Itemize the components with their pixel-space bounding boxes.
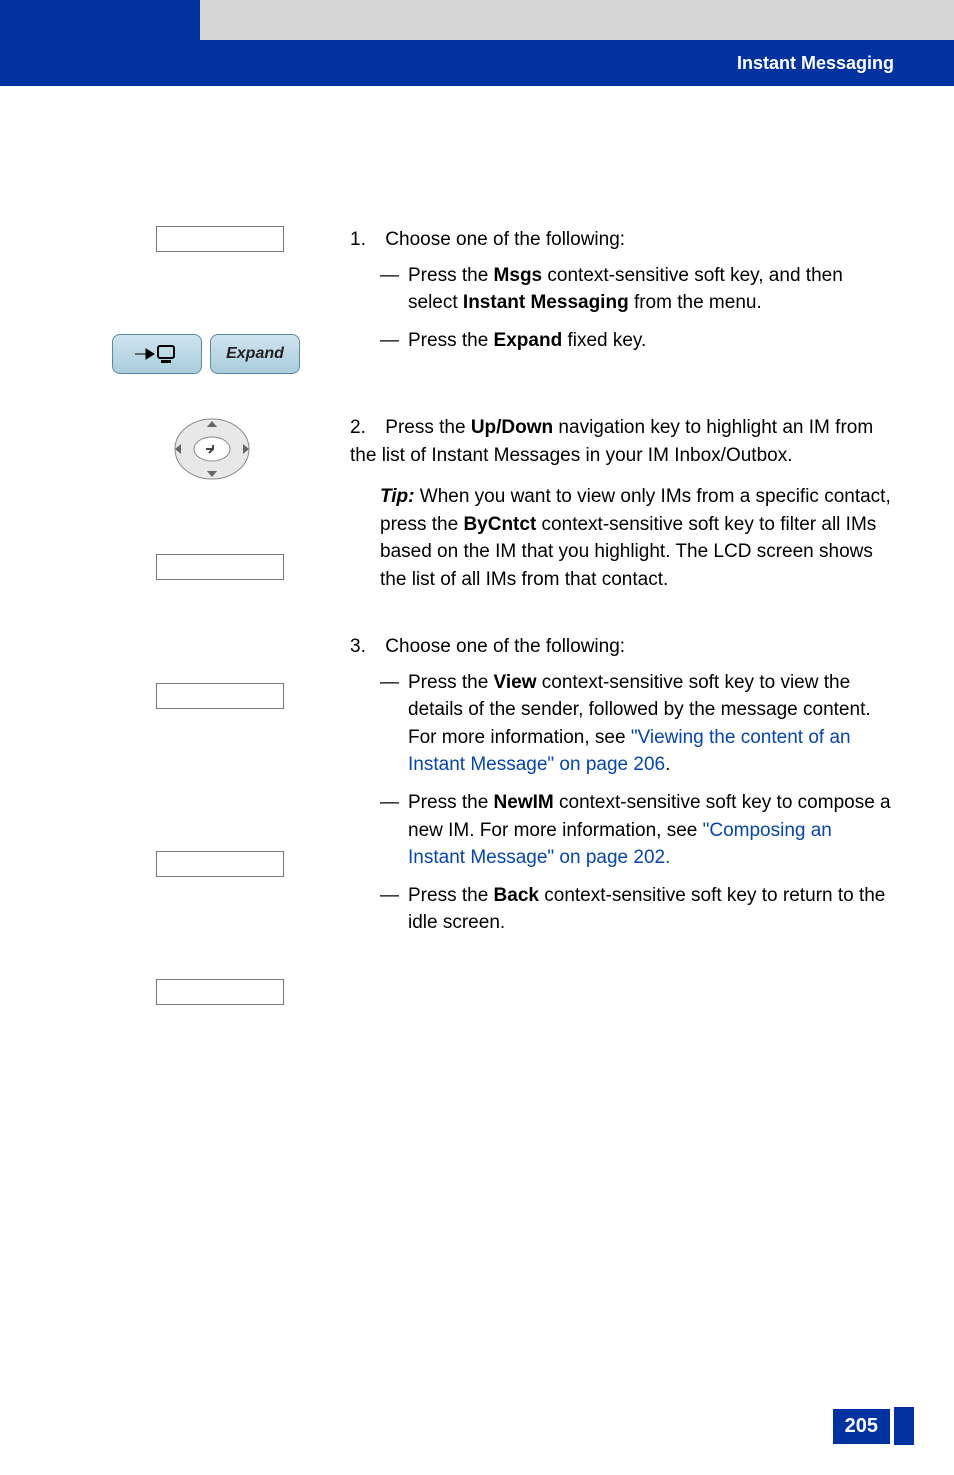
step-1-lead: Choose one of the following: [385,229,625,250]
step-1-number: 1. [350,226,380,254]
step-3: 3. Choose one of the following: — Press … [120,633,894,1017]
softkey-placeholder-newim [156,851,284,877]
dash: — [380,262,408,317]
softkey-placeholder-view [156,683,284,709]
softkey-placeholder-bycntct [156,554,284,580]
step-3-option-b: — Press the NewIM context-sensitive soft… [380,789,894,872]
step-3-graphics [120,633,350,1017]
expand-key-label: Expand [210,334,300,374]
s2-p1key: Up/Down [471,417,553,438]
s3c-t1: Press the [408,885,494,906]
step-1-option-b: — Press the Expand fixed key. [380,327,894,355]
dash: — [380,669,408,779]
step-2: 2. Press the Up/Down navigation key to h… [120,414,894,593]
header-top-grey [200,0,954,40]
softkey-placeholder-back [156,979,284,1005]
step-2-tip: Tip: When you want to view only IMs from… [350,483,894,593]
s1b-t1: Press the [408,330,494,351]
s1a-key1: Msgs [494,265,543,286]
step-1-graphics: Expand [120,226,350,374]
step-2-graphics [120,414,350,592]
expand-label-text: Expand [226,345,284,363]
expand-arrow-icon [132,340,182,368]
s3a-tail: . [665,754,670,775]
step-2-number: 2. [350,414,380,442]
step-3-text: 3. Choose one of the following: — Press … [350,633,894,946]
s3b-t1: Press the [408,792,494,813]
s3b-key: NewIM [494,792,554,813]
header-bottom-blue: Instant Messaging [200,40,954,86]
s1b-t2: fixed key. [562,330,646,351]
dash: — [380,327,408,355]
step-1: Expand 1. Choose one of the following: —… [120,226,894,374]
footer-bar [894,1407,914,1445]
section-title: Instant Messaging [737,53,894,74]
step-1-option-a: — Press the Msgs context-sensitive soft … [380,262,894,317]
s3c-key: Back [494,885,539,906]
dash: — [380,882,408,937]
s1a-t1: Press the [408,265,494,286]
s1a-key2: Instant Messaging [463,292,629,313]
header-band: Instant Messaging [0,0,954,86]
step-3-number: 3. [350,633,380,661]
expand-key-icon [112,334,202,374]
footer: 205 [833,1407,914,1445]
content: Expand 1. Choose one of the following: —… [0,86,954,1077]
phone-buttons-row: Expand [112,334,350,374]
s2-tip-key: ByCntct [463,514,536,535]
tip-label: Tip: [380,486,414,507]
s1a-t3: from the menu. [629,292,762,313]
step-3-lead: Choose one of the following: [385,636,625,657]
softkey-placeholder-msgs [156,226,284,252]
step-2-text: 2. Press the Up/Down navigation key to h… [350,414,894,593]
s2-p1a: Press the [385,417,471,438]
header-left-block [0,0,200,86]
navpad-icon [168,414,256,484]
step-3-option-a: — Press the View context-sensitive soft … [380,669,894,779]
s3a-key: View [494,672,537,693]
page-number: 205 [833,1409,890,1444]
s3a-t1: Press the [408,672,494,693]
step-1-text: 1. Choose one of the following: — Press … [350,226,894,364]
step-3-option-c: — Press the Back context-sensitive soft … [380,882,894,937]
dash: — [380,789,408,872]
s1b-key1: Expand [494,330,563,351]
